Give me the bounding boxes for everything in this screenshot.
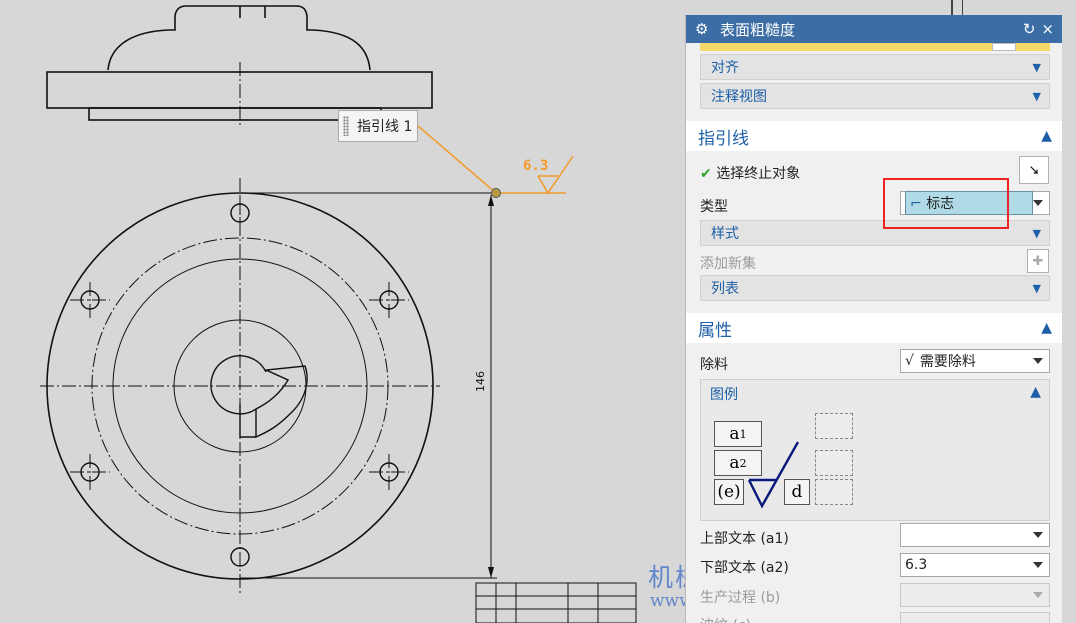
upper-text-dropdown[interactable]: [900, 523, 1050, 547]
add-icon: ✚: [1032, 253, 1044, 269]
group-list-label: 列表: [711, 281, 739, 297]
chevron-up-icon: ▲: [1041, 320, 1052, 336]
leader-anchor-point: [491, 188, 501, 198]
dropdown-arrow-icon: [1033, 200, 1043, 206]
material-removal-dropdown[interactable]: √ 需要除料: [900, 349, 1050, 373]
leader-label-text: 指引线 1: [357, 119, 413, 135]
origin-group-bar: [700, 43, 1050, 51]
highlight-box: [883, 178, 1009, 229]
legend-empty-cell: [815, 479, 853, 505]
check-icon: ✔: [700, 166, 712, 182]
group-align[interactable]: 对齐 ▼: [700, 54, 1050, 80]
lower-text-value: 6.3: [905, 557, 928, 573]
dimension-text: 146: [474, 371, 487, 392]
chevron-down-icon: ▼: [1032, 281, 1041, 295]
group-style-label: 样式: [711, 226, 739, 242]
legend-empty-cell: [815, 413, 853, 439]
roughness-value-text: 6.3: [523, 158, 548, 174]
legend-empty-cell: [815, 450, 853, 476]
group-annotation-view-label: 注释视图: [711, 89, 767, 105]
section-leader[interactable]: 指引线 ▲: [686, 121, 1062, 151]
select-end-object-label: 选择终止对象: [716, 166, 801, 182]
dropdown-arrow-icon: [1033, 532, 1043, 538]
upper-text-label: 上部文本 (a1): [700, 531, 789, 547]
legend-group: 图例 ▲ a1 a2 (e) d: [700, 379, 1050, 521]
group-align-label: 对齐: [711, 60, 739, 76]
add-new-set-button[interactable]: ✚: [1027, 249, 1049, 273]
chevron-up-icon[interactable]: ▲: [1030, 384, 1041, 400]
group-list[interactable]: 列表 ▼: [700, 275, 1050, 301]
legend-title: 图例: [710, 387, 738, 403]
canvas-line: [951, 0, 953, 15]
chevron-down-icon: ▼: [1032, 60, 1041, 74]
section-attributes[interactable]: 属性 ▲: [686, 313, 1062, 343]
dialog-title: 表面粗糙度: [720, 20, 796, 39]
select-object-button[interactable]: ↘: [1019, 156, 1049, 184]
dropdown-arrow-icon: [1033, 358, 1043, 364]
process-label: 生产过程 (b): [700, 590, 781, 606]
chevron-down-icon: ▼: [1032, 89, 1041, 103]
cursor-select-icon: ↘: [1028, 162, 1040, 178]
dropdown-arrow-icon: [1033, 562, 1043, 568]
group-annotation-view[interactable]: 注释视图 ▼: [700, 83, 1050, 109]
ripple-dropdown[interactable]: [900, 612, 1050, 623]
process-dropdown[interactable]: [900, 583, 1050, 607]
select-end-object-row[interactable]: ✔ 选择终止对象: [700, 163, 800, 183]
material-removal-label: 除料: [700, 357, 728, 373]
material-removal-value: 需要除料: [919, 354, 976, 370]
drawing-canvas[interactable]: 146 6.3 指引线 1 机械时代网 www.jxage.com: [0, 0, 784, 623]
part-drawing: 146 6.3: [40, 5, 637, 623]
chevron-down-icon: ▼: [1032, 226, 1041, 240]
dialog-titlebar: ⚙ 表面粗糙度 ↻ ×: [686, 15, 1062, 43]
type-label: 类型: [700, 199, 728, 215]
legend-cell-e: (e): [714, 479, 744, 505]
surface-roughness-dialog: ⚙ 表面粗糙度 ↻ × 对齐 ▼ 注释视图 ▼ 指引线 ▲ ✔ 选择终止对象 ↘…: [685, 15, 1062, 623]
ripple-label: 波纹 (c): [700, 615, 751, 623]
roughness-check-icon: √: [905, 353, 914, 369]
reset-icon[interactable]: ↻: [1023, 20, 1036, 38]
close-icon[interactable]: ×: [1041, 20, 1054, 38]
origin-field[interactable]: [992, 43, 1016, 51]
section-attributes-title: 属性: [698, 320, 732, 341]
drag-grip-icon[interactable]: [343, 116, 349, 136]
gear-icon[interactable]: ⚙: [695, 20, 711, 38]
roughness-symbol: [417, 125, 574, 195]
dropdown-arrow-icon: [1033, 592, 1043, 598]
add-new-set-label: 添加新集: [700, 256, 756, 272]
lower-text-label: 下部文本 (a2): [700, 560, 789, 576]
roughness-symbol-icon: [747, 441, 800, 509]
chevron-up-icon: ▲: [1041, 128, 1052, 144]
canvas-line: [962, 0, 963, 15]
leader-label-tag[interactable]: 指引线 1: [338, 110, 418, 142]
lower-text-dropdown[interactable]: 6.3: [900, 553, 1050, 577]
section-leader-title: 指引线: [698, 128, 749, 149]
